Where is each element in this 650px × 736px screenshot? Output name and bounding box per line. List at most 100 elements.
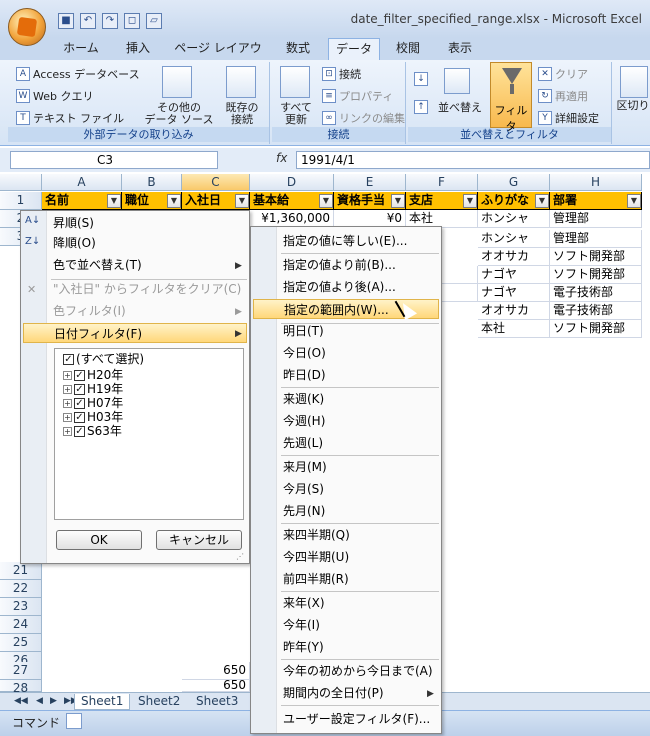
menu-item-color-filter[interactable]: 色フィルタ(I) (27, 301, 247, 321)
checkbox-icon[interactable]: ✓ (74, 425, 85, 437)
office-button[interactable] (8, 8, 46, 46)
name-box[interactable]: C3 (10, 151, 218, 169)
expand-icon[interactable]: + (63, 370, 72, 380)
table-cell[interactable]: ソフト開発部 (550, 320, 642, 338)
col-header-d[interactable]: D (250, 174, 334, 191)
tab-formulas[interactable]: 数式 (280, 38, 316, 60)
row-header[interactable]: 27 (0, 662, 42, 680)
filter-label[interactable]: フィルタ (492, 102, 530, 134)
row-header[interactable]: 25 (0, 634, 42, 652)
other-sources-label[interactable]: その他の データ ソース (144, 102, 214, 126)
menu-item[interactable]: 明日(T) (253, 321, 439, 341)
web-query-button[interactable]: W Web クエリ (16, 88, 93, 104)
row-header[interactable]: 24 (0, 616, 42, 634)
fx-icon[interactable]: fx (276, 151, 287, 165)
checkbox-icon[interactable]: ✓ (74, 383, 85, 395)
row-header[interactable]: 22 (0, 580, 42, 598)
print-preview-icon[interactable]: ◻ (124, 13, 140, 29)
reapply-button[interactable]: ↻ 再適用 (538, 88, 588, 104)
table-cell[interactable]: ソフト開発部 (550, 266, 642, 284)
table-cell[interactable]: ホンシャ (478, 210, 550, 228)
checkbox-icon[interactable]: ✓ (74, 411, 85, 423)
advanced-button[interactable]: Y 詳細設定 (538, 110, 599, 126)
tab-page-layout[interactable]: ページ レイアウト (170, 38, 266, 75)
row-header[interactable]: 28 (0, 680, 42, 695)
menu-item-sort-asc[interactable]: 昇順(S) (27, 213, 247, 233)
undo-icon[interactable]: ↶ (80, 13, 96, 29)
menu-item[interactable]: 今週(H) (253, 411, 439, 431)
filter-dropdown-icon[interactable]: ▼ (107, 194, 121, 208)
menu-item[interactable]: 今四半期(U) (253, 547, 439, 567)
menu-item-clear-filter[interactable]: "入社日" からフィルタをクリア(C) (27, 279, 247, 299)
filter-dropdown-icon[interactable]: ▼ (167, 194, 181, 208)
sort-dialog-label[interactable]: 並べ替え (436, 102, 484, 114)
access-button[interactable]: A Access データベース (16, 66, 140, 82)
formula-input[interactable]: 1991/4/1 (296, 151, 650, 169)
menu-item[interactable]: 先月(N) (253, 501, 439, 521)
filter-dropdown-icon[interactable]: ▼ (535, 194, 549, 208)
col-header-e[interactable]: E (334, 174, 406, 191)
row-header[interactable]: 23 (0, 598, 42, 616)
refresh-all-icon[interactable] (280, 66, 310, 98)
table-cell[interactable]: 電子技術部 (550, 284, 642, 302)
sheet-tab[interactable]: Sheet3 (190, 694, 244, 710)
select-all-corner[interactable] (0, 174, 42, 191)
clear-button[interactable]: ✕ クリア (538, 66, 588, 82)
col-header-h[interactable]: H (550, 174, 642, 191)
filter-dropdown-icon[interactable]: ▼ (627, 194, 641, 208)
row-header[interactable]: 21 (0, 562, 42, 580)
table-cell[interactable]: ナゴヤ (478, 284, 550, 302)
table-cell[interactable]: ナゴヤ (478, 266, 550, 284)
open-icon[interactable]: ▱ (146, 13, 162, 29)
col-header-a[interactable]: A (42, 174, 122, 191)
menu-item-sort-desc[interactable]: 降順(O) (27, 233, 247, 253)
text-to-columns-icon[interactable] (620, 66, 648, 98)
menu-item[interactable]: 指定の値より後(A)... (253, 277, 439, 297)
expand-icon[interactable]: + (63, 426, 72, 436)
properties-button[interactable]: ≡ プロパティ (322, 88, 393, 104)
expand-icon[interactable]: + (63, 398, 72, 408)
filter-dropdown-icon[interactable]: ▼ (391, 194, 405, 208)
expand-icon[interactable]: + (63, 412, 72, 422)
table-cell[interactable]: ソフト開発部 (550, 248, 642, 266)
edit-links-button[interactable]: ∞ リンクの編集 (322, 110, 405, 126)
menu-item[interactable]: 期間内の全日付(P) (253, 683, 439, 703)
tab-data[interactable]: データ (328, 38, 380, 60)
sort-dialog-icon[interactable] (444, 68, 470, 94)
row-header[interactable]: 1 (0, 192, 42, 210)
menu-item[interactable]: 来年(X) (253, 593, 439, 613)
col-header-b[interactable]: B (122, 174, 182, 191)
tab-review[interactable]: 校閲 (390, 38, 426, 60)
tab-home[interactable]: ホーム (58, 38, 104, 60)
table-cell[interactable]: 本社 (478, 320, 550, 338)
sort-asc-button[interactable]: ↓ (414, 72, 428, 86)
table-cell[interactable]: オオサカ (478, 248, 550, 266)
menu-item[interactable]: 来月(M) (253, 457, 439, 477)
menu-item[interactable]: 来週(K) (253, 389, 439, 409)
menu-item[interactable]: 昨年(Y) (253, 637, 439, 657)
resize-grip-icon[interactable]: ⋰ (236, 552, 244, 561)
table-cell[interactable]: 650 (182, 662, 250, 680)
col-header-g[interactable]: G (478, 174, 550, 191)
filter-dropdown-icon[interactable]: ▼ (235, 194, 249, 208)
menu-item[interactable]: 先週(L) (253, 433, 439, 453)
menu-item-sort-color[interactable]: 色で並べ替え(T) (27, 255, 247, 275)
menu-item[interactable]: 指定の値に等しい(E)... (253, 231, 439, 251)
cancel-button[interactable]: キャンセル (156, 530, 242, 550)
checkbox-icon[interactable]: ✓ (63, 353, 74, 365)
menu-item[interactable]: 指定の値より前(B)... (253, 255, 439, 275)
refresh-all-label[interactable]: すべて 更新 (274, 102, 318, 126)
text-file-button[interactable]: T テキスト ファイル (16, 110, 124, 126)
existing-connections-icon[interactable] (226, 66, 256, 98)
menu-item[interactable]: 前四半期(R) (253, 569, 439, 589)
table-cell[interactable]: ホンシャ (478, 230, 550, 248)
connections-button[interactable]: ⊡ 接続 (322, 66, 361, 82)
col-header-f[interactable]: F (406, 174, 478, 191)
menu-item[interactable]: ユーザー設定フィルタ(F)... (253, 709, 439, 729)
table-cell[interactable]: 管理部 (550, 230, 642, 248)
menu-item[interactable]: 今年の初めから今日まで(A) (253, 661, 439, 681)
filter-dropdown-icon[interactable]: ▼ (319, 194, 333, 208)
col-header-c[interactable]: C (182, 174, 250, 191)
checkbox-icon[interactable]: ✓ (74, 397, 85, 409)
sort-desc-button[interactable]: ↑ (414, 100, 428, 114)
